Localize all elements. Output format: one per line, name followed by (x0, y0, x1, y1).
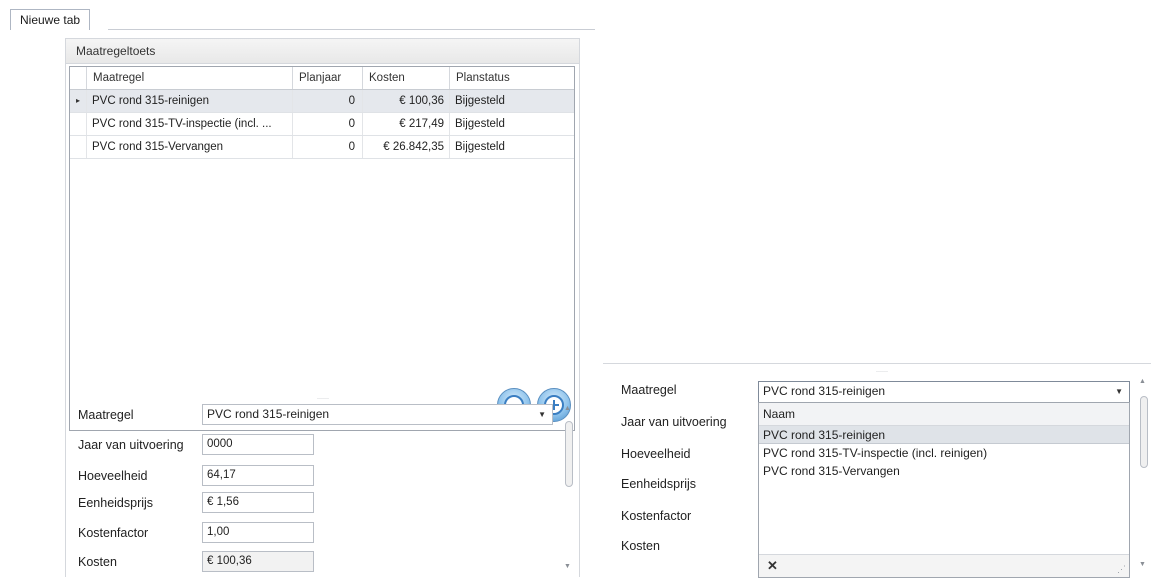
cell-planjaar[interactable]: 0 (293, 113, 363, 135)
dropdown-item[interactable]: PVC rond 315-TV-inspectie (incl. reinige… (759, 444, 1129, 462)
cell-maatregel[interactable]: PVC rond 315-Vervangen (87, 136, 293, 158)
kostenfactor-field[interactable]: 1,00 (202, 522, 314, 543)
cell-maatregel[interactable]: PVC rond 315-TV-inspectie (incl. ... (87, 113, 293, 135)
label-hoeveelheid: Hoeveelheid (78, 469, 148, 483)
column-header-kosten[interactable]: Kosten (363, 67, 450, 89)
cell-maatregel[interactable]: PVC rond 315-reinigen (87, 90, 293, 112)
column-header-planstatus[interactable]: Planstatus (450, 67, 574, 89)
scroll-down-icon[interactable]: ▼ (1139, 561, 1146, 568)
tab-nieuwe-tab[interactable]: Nieuwe tab (10, 9, 91, 30)
label-kosten: Kosten (78, 555, 117, 569)
dropdown-item[interactable]: PVC rond 315-Vervangen (759, 462, 1129, 480)
chevron-down-icon[interactable]: ▼ (1115, 382, 1123, 401)
splitter-grip[interactable]: ······ (317, 396, 329, 402)
row-indicator-header (70, 67, 87, 89)
scrollbar-thumb[interactable] (565, 421, 573, 487)
table-row[interactable]: ▸ PVC rond 315-reinigen 0 € 100,36 Bijge… (70, 90, 574, 113)
label-eenheidsprijs: Eenheidsprijs (621, 477, 697, 491)
cell-kosten[interactable]: € 100,36 (363, 90, 450, 112)
maatregel-dropdown-list[interactable]: Naam PVC rond 315-reinigen PVC rond 315-… (758, 402, 1130, 578)
panel-title: Maatregeltoets (66, 39, 579, 64)
scroll-up-icon[interactable]: ▲ (1139, 378, 1146, 385)
dropdown-footer: ✕ ⋰ (759, 554, 1129, 577)
form-scrollbar[interactable]: ▲ ▼ (563, 405, 575, 575)
label-kostenfactor: Kostenfactor (621, 509, 692, 523)
cell-planstatus[interactable]: Bijgesteld (450, 136, 574, 158)
label-maatregel: Maatregel (78, 408, 134, 422)
maatregel-grid[interactable]: Maatregel Planjaar Kosten Planstatus ▸ P… (69, 66, 575, 431)
label-jaar-van-uitvoering: Jaar van uitvoering (78, 438, 184, 452)
jaar-van-uitvoering-field[interactable]: 0000 (202, 434, 314, 455)
column-header-planjaar[interactable]: Planjaar (293, 67, 363, 89)
scroll-down-icon[interactable]: ▼ (564, 563, 571, 570)
cell-planjaar[interactable]: 0 (293, 90, 363, 112)
kosten-field: € 100,36 (202, 551, 314, 572)
row-indicator-icon: ▸ (70, 90, 87, 112)
scroll-up-icon[interactable]: ▲ (564, 405, 571, 412)
row-indicator-icon (70, 136, 87, 158)
chevron-down-icon[interactable]: ▼ (538, 405, 546, 424)
cell-kosten[interactable]: € 217,49 (363, 113, 450, 135)
cell-planstatus[interactable]: Bijgesteld (450, 90, 574, 112)
resize-grip-icon[interactable]: ⋰ (1117, 564, 1126, 575)
label-jaar-van-uitvoering: Jaar van uitvoering (621, 415, 727, 429)
cell-planstatus[interactable]: Bijgesteld (450, 113, 574, 135)
scrollbar-thumb[interactable] (1140, 396, 1148, 468)
maatregeltoets-panel: Maatregeltoets Maatregel Planjaar Kosten… (65, 38, 580, 577)
maatregel-combobox[interactable]: PVC rond 315-reinigen ▼ (202, 404, 553, 425)
dropdown-item[interactable]: PVC rond 315-reinigen (759, 426, 1129, 444)
table-row[interactable]: PVC rond 315-Vervangen 0 € 26.842,35 Bij… (70, 136, 574, 159)
table-row[interactable]: PVC rond 315-TV-inspectie (incl. ... 0 €… (70, 113, 574, 136)
hoeveelheid-field[interactable]: 64,17 (202, 465, 314, 486)
maatregel-combobox-value: PVC rond 315-reinigen (763, 384, 886, 398)
label-hoeveelheid: Hoeveelheid (621, 447, 691, 461)
cell-kosten[interactable]: € 26.842,35 (363, 136, 450, 158)
maatregel-combobox[interactable]: PVC rond 315-reinigen ▼ (758, 381, 1130, 403)
dropdown-column-header: Naam (759, 403, 1129, 426)
row-indicator-icon (70, 113, 87, 135)
grid-header: Maatregel Planjaar Kosten Planstatus (70, 67, 574, 90)
column-header-maatregel[interactable]: Maatregel (87, 67, 293, 89)
tab-strip-divider (108, 29, 595, 30)
label-kosten: Kosten (621, 539, 660, 553)
label-maatregel: Maatregel (621, 383, 677, 397)
cell-planjaar[interactable]: 0 (293, 136, 363, 158)
label-kostenfactor: Kostenfactor (78, 526, 149, 540)
splitter-grip[interactable]: ······ (876, 369, 888, 375)
close-icon[interactable]: ✕ (767, 558, 778, 574)
form-scrollbar[interactable]: ▲ ▼ (1138, 378, 1150, 573)
maatregel-combobox-value: PVC rond 315-reinigen (207, 407, 330, 421)
tab-strip: Nieuwe tab (0, 0, 595, 30)
label-eenheidsprijs: Eenheidsprijs (78, 496, 154, 510)
maatregel-form-dropdown-open: ······ Maatregel PVC rond 315-reinigen ▼… (603, 363, 1151, 578)
eenheidsprijs-field[interactable]: € 1,56 (202, 492, 314, 513)
